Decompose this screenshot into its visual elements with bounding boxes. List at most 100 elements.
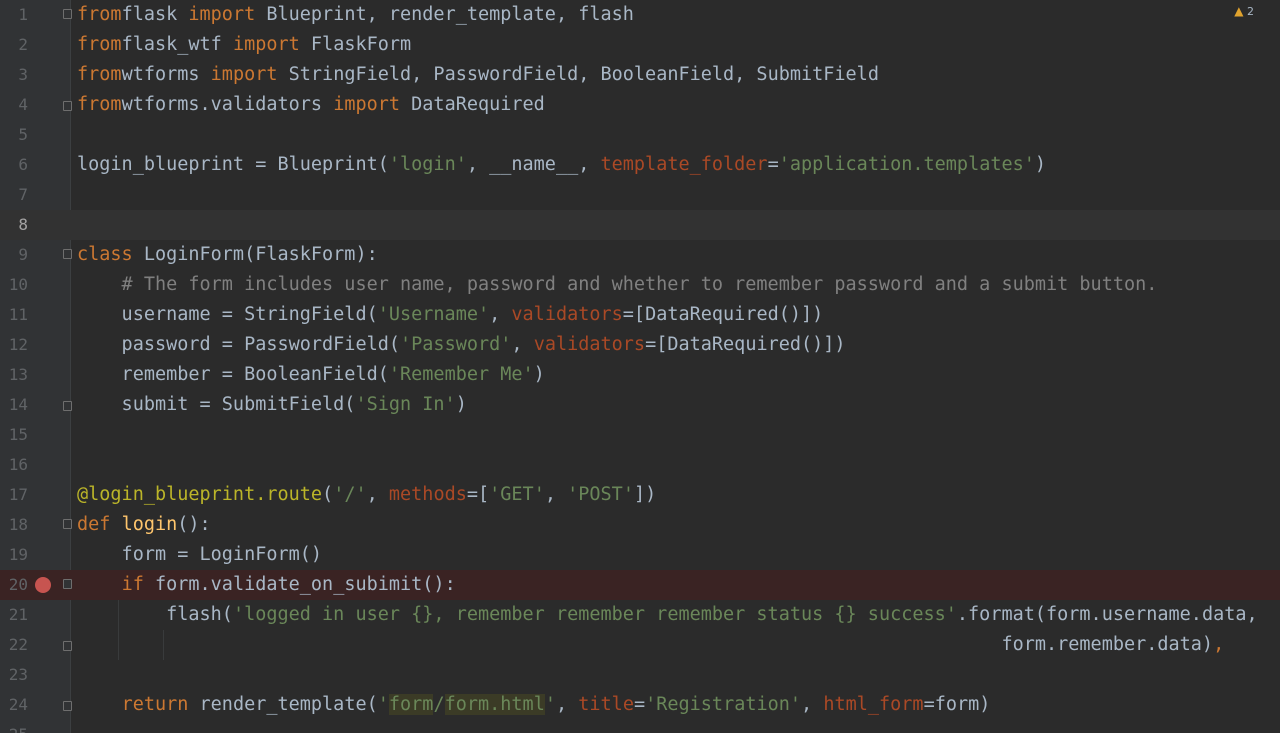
indent-guide	[163, 630, 164, 660]
code-line[interactable]: 9 class LoginForm(FlaskForm):	[0, 240, 1280, 270]
code-text[interactable]: fromflask_wtf import FlaskForm	[77, 30, 411, 60]
code-line[interactable]: 6 login_blueprint = Blueprint('login', __…	[0, 150, 1280, 180]
line-number[interactable]: 14	[0, 390, 28, 420]
code-token: ():	[177, 514, 211, 535]
code-editor[interactable]: ▲ 2 1 fromflask import Blueprint, render_…	[0, 0, 1280, 733]
line-number[interactable]: 23	[0, 660, 28, 690]
code-line[interactable]: 5	[0, 120, 1280, 150]
line-number[interactable]: 12	[0, 330, 28, 360]
fold-marker-icon[interactable]	[63, 519, 72, 529]
code-text[interactable]: fromwtforms.validators import DataRequir…	[77, 90, 545, 120]
code-line[interactable]: 4 fromwtforms.validators import DataRequi…	[0, 90, 1280, 120]
code-line[interactable]: 2 fromflask_wtf import FlaskForm	[0, 30, 1280, 60]
code-text[interactable]: def login():	[77, 510, 211, 540]
line-number[interactable]: 7	[0, 180, 28, 210]
code-line[interactable]: 12 password = PasswordField('Password', …	[0, 330, 1280, 360]
code-line[interactable]: 25	[0, 720, 1280, 733]
code-line[interactable]: 17 @login_blueprint.route('/', methods=['…	[0, 480, 1280, 510]
code-line[interactable]: 11 username = StringField('Username', va…	[0, 300, 1280, 330]
code-token: (	[322, 484, 334, 505]
code-text[interactable]: # The form includes user name, password …	[77, 270, 1158, 300]
code-line[interactable]: 10 # The form includes user name, passwo…	[0, 270, 1280, 300]
code-text[interactable]: flash('logged in user {}, remember remem…	[77, 600, 1258, 630]
code-line[interactable]: 22 form.remember.data),	[0, 630, 1280, 660]
code-text[interactable]: username = StringField('Username', valid…	[77, 300, 824, 330]
code-token: =[DataRequired()])	[622, 304, 824, 325]
code-text[interactable]: @login_blueprint.route('/', methods=['GE…	[77, 480, 656, 510]
code-token: )	[1034, 154, 1047, 175]
line-number[interactable]: 15	[0, 420, 28, 450]
code-token: =form)	[923, 694, 991, 715]
code-token: 'Remember Me'	[388, 364, 534, 385]
code-line[interactable]: 18 def login():	[0, 510, 1280, 540]
line-number[interactable]: 16	[0, 450, 28, 480]
line-number[interactable]: 8	[0, 210, 28, 240]
fold-end-marker-icon[interactable]	[63, 101, 72, 111]
fold-marker-icon[interactable]	[63, 249, 72, 259]
code-token: ,	[801, 694, 824, 715]
code-token: render_template(	[199, 694, 378, 715]
code-text[interactable]: form = LoginForm()	[77, 540, 323, 570]
line-number[interactable]: 13	[0, 360, 28, 390]
line-number[interactable]: 1	[0, 0, 28, 30]
code-line[interactable]: 1 fromflask import Blueprint, render_temp…	[0, 0, 1280, 30]
fold-end-marker-icon[interactable]	[63, 401, 72, 411]
code-line[interactable]: 19 form = LoginForm()	[0, 540, 1280, 570]
code-token: , __name__,	[466, 154, 601, 175]
code-line[interactable]: 7	[0, 180, 1280, 210]
code-line[interactable]: 8	[0, 210, 1280, 240]
code-text[interactable]: if form.validate_on_subimit():	[77, 570, 456, 600]
fold-end-marker-icon[interactable]	[63, 641, 72, 651]
line-number[interactable]: 4	[0, 90, 28, 120]
line-number[interactable]: 11	[0, 300, 28, 330]
line-number[interactable]: 22	[0, 630, 28, 660]
line-number[interactable]: 2	[0, 30, 28, 60]
breakpoint-icon[interactable]	[35, 577, 51, 593]
line-number[interactable]: 10	[0, 270, 28, 300]
code-line[interactable]: 24 return render_template('form/form.htm…	[0, 690, 1280, 720]
code-text[interactable]: return render_template('form/form.html',…	[77, 690, 990, 720]
fold-marker-icon[interactable]	[63, 9, 72, 19]
code-line[interactable]: 21 flash('logged in user {}, remember re…	[0, 600, 1280, 630]
code-text[interactable]: password = PasswordField('Password', val…	[77, 330, 846, 360]
code-line[interactable]: 23	[0, 660, 1280, 690]
line-number[interactable]: 18	[0, 510, 28, 540]
code-token: 'Username'	[377, 304, 490, 325]
fold-marker-icon[interactable]	[63, 579, 72, 589]
line-number[interactable]: 20	[0, 570, 28, 600]
code-token: )	[455, 394, 467, 415]
line-number[interactable]: 17	[0, 480, 28, 510]
line-number[interactable]: 9	[0, 240, 28, 270]
line-number[interactable]: 21	[0, 600, 28, 630]
line-number[interactable]: 24	[0, 690, 28, 720]
code-token: =	[633, 694, 646, 715]
code-token: form.html	[444, 694, 545, 715]
line-number[interactable]: 25	[0, 720, 28, 733]
code-token: .format(form.username.data,	[956, 604, 1258, 625]
code-text[interactable]: login_blueprint = Blueprint('login', __n…	[77, 150, 1046, 180]
code-text[interactable]: fromwtforms import StringField, Password…	[77, 60, 879, 90]
code-line[interactable]: 16	[0, 450, 1280, 480]
code-token: ,	[489, 304, 512, 325]
code-line[interactable]: 3 fromwtforms import StringField, Passwor…	[0, 60, 1280, 90]
line-number[interactable]: 6	[0, 150, 28, 180]
code-text[interactable]: submit = SubmitField('Sign In')	[77, 390, 467, 420]
code-text[interactable]: remember = BooleanField('Remember Me')	[77, 360, 545, 390]
fold-end-marker-icon[interactable]	[63, 701, 72, 711]
code-text[interactable]: form.remember.data),	[77, 630, 1224, 660]
code-token: Blueprint, render_template, flash	[266, 4, 634, 25]
line-number[interactable]: 3	[0, 60, 28, 90]
code-text[interactable]: class LoginForm(FlaskForm):	[77, 240, 378, 270]
code-token: =[DataRequired()])	[645, 334, 846, 355]
code-token: validators	[533, 334, 646, 355]
code-token: from	[77, 34, 122, 55]
code-token: from	[77, 4, 122, 25]
line-number[interactable]: 5	[0, 120, 28, 150]
code-text[interactable]: fromflask import Blueprint, render_templ…	[77, 0, 634, 30]
code-line[interactable]: 15	[0, 420, 1280, 450]
code-line[interactable]: 13 remember = BooleanField('Remember Me'…	[0, 360, 1280, 390]
code-line[interactable]: 20 if form.validate_on_subimit():	[0, 570, 1280, 600]
code-line[interactable]: 14 submit = SubmitField('Sign In')	[0, 390, 1280, 420]
code-token: wtforms	[121, 64, 211, 85]
line-number[interactable]: 19	[0, 540, 28, 570]
